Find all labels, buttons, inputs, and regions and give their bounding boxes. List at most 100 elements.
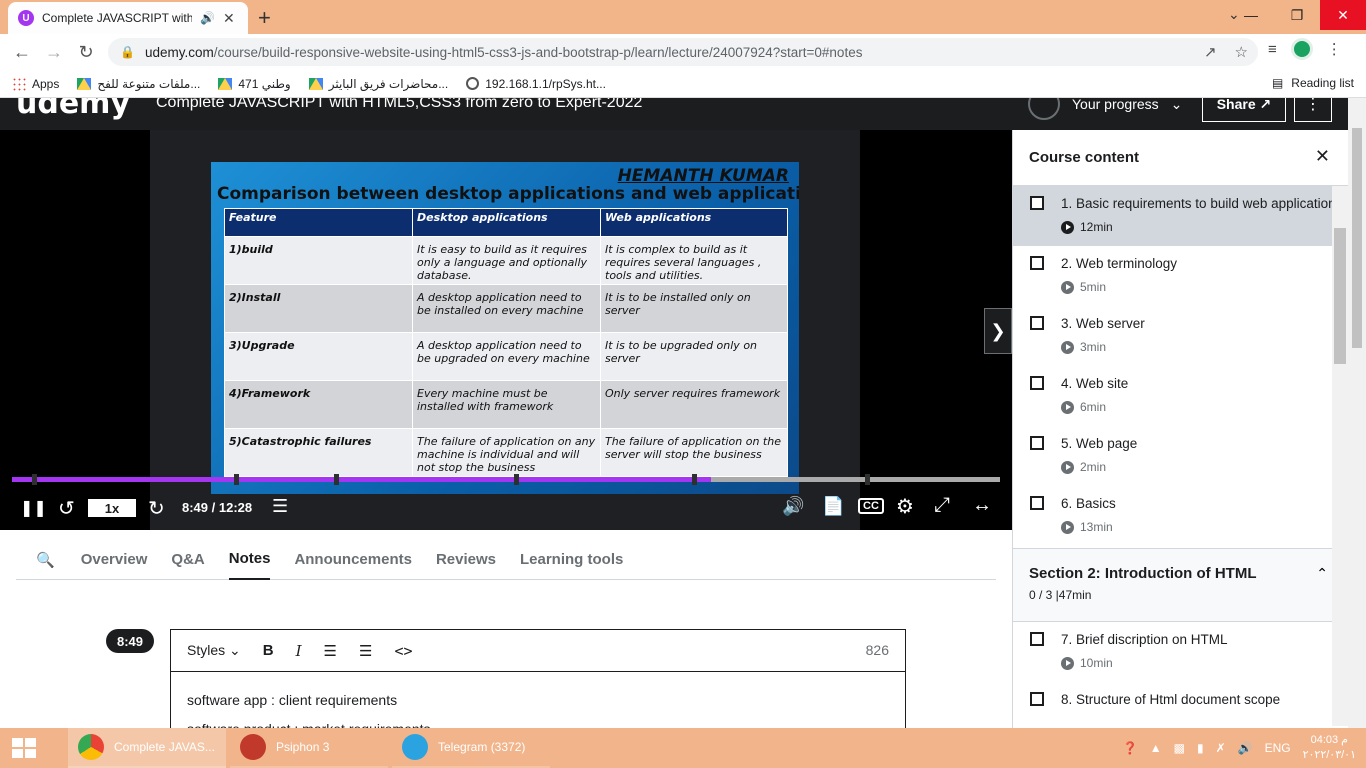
restore-button[interactable]: ❐: [1274, 0, 1320, 30]
lecture-item[interactable]: 4. Web site 6min: [1013, 366, 1348, 426]
course-content-sidebar: Course content ✕ 1. Basic requirements t…: [1012, 130, 1348, 728]
checkbox[interactable]: [1030, 632, 1044, 646]
udemy-logo[interactable]: udemy: [16, 98, 130, 121]
tab-announcements[interactable]: Announcements: [294, 540, 412, 580]
pause-icon[interactable]: ❚❚: [20, 498, 47, 518]
windows-start-icon[interactable]: [12, 738, 36, 758]
video-player[interactable]: HEMANTH KUMAR Comparison between desktop…: [0, 130, 1012, 530]
reading-list-button[interactable]: ▤ Reading list: [1272, 76, 1354, 90]
code-icon[interactable]: <>: [394, 642, 412, 660]
minimize-button[interactable]: —: [1228, 0, 1274, 30]
play-icon: [1061, 656, 1074, 670]
tab-qa[interactable]: Q&A: [171, 540, 204, 580]
tab-overview[interactable]: Overview: [81, 540, 148, 580]
lecture-item[interactable]: 1. Basic requirements to build web appli…: [1013, 186, 1348, 246]
network-icon[interactable]: ▩: [1174, 741, 1185, 755]
bookmark-router[interactable]: 192.168.1.1/rpSys.ht...: [466, 77, 606, 91]
rewind-icon[interactable]: ↺: [58, 496, 75, 521]
chapter-marker[interactable]: [234, 474, 240, 485]
checkbox[interactable]: [1030, 316, 1044, 330]
lecture-item[interactable]: 7. Brief discription on HTML 10min: [1013, 622, 1348, 682]
checkbox[interactable]: [1030, 436, 1044, 450]
tab-notes[interactable]: Notes: [228, 540, 271, 580]
chrome-menu-icon[interactable]: ⋮: [1327, 40, 1342, 58]
page-scrollbar[interactable]: [1348, 98, 1366, 728]
taskbar-telegram[interactable]: Telegram (3372): [392, 728, 550, 768]
checkbox[interactable]: [1030, 196, 1044, 210]
reload-icon[interactable]: ↻: [70, 42, 102, 63]
tab-close-icon[interactable]: ✕: [223, 10, 235, 27]
bookmark-star-icon[interactable]: ☆: [1235, 43, 1248, 61]
lecture-item[interactable]: 2. Web terminology 5min: [1013, 246, 1348, 306]
tab-reviews[interactable]: Reviews: [436, 540, 496, 580]
chapter-marker[interactable]: [31, 474, 37, 485]
add-note-icon[interactable]: ☰: [272, 496, 288, 517]
address-bar[interactable]: 🔒 udemy.com/course/build-responsive-webs…: [108, 38, 1258, 66]
forward-arrow-icon[interactable]: →: [38, 42, 70, 63]
italic-icon[interactable]: I: [296, 642, 302, 660]
section-header[interactable]: Section 2: Introduction of HTML 0 / 3 |4…: [1013, 548, 1348, 622]
playback-speed-button[interactable]: 1x: [88, 499, 136, 517]
lecture-item[interactable]: 8. Structure of Html document scope: [1013, 682, 1348, 728]
next-lecture-arrow-icon[interactable]: ❯: [984, 308, 1012, 354]
bookmark-drive-3[interactable]: محاضرات فريق البايثر...: [308, 77, 448, 91]
media-control-icon[interactable]: ≡: [1268, 41, 1277, 58]
browser-tab[interactable]: U Complete JAVASCRIPT with H 🔊 ✕: [8, 2, 248, 34]
settings-gear-icon[interactable]: ⚙: [896, 494, 914, 519]
note-timestamp-badge[interactable]: 8:49: [106, 629, 154, 653]
bookmark-apps[interactable]: Apps: [12, 76, 59, 91]
progress-dropdown[interactable]: Your progress ⌄: [1028, 98, 1182, 120]
mic-muted-icon[interactable]: ✗: [1216, 741, 1226, 755]
checkbox[interactable]: [1030, 496, 1044, 510]
checkbox[interactable]: [1030, 256, 1044, 270]
language-indicator[interactable]: ENG: [1265, 741, 1291, 755]
lock-icon[interactable]: 🔒: [120, 45, 135, 59]
chapter-marker[interactable]: [864, 474, 870, 485]
lecture-item[interactable]: 5. Web page 2min: [1013, 426, 1348, 486]
volume-icon[interactable]: 🔊: [1238, 741, 1253, 755]
expand-width-icon[interactable]: ↔: [972, 494, 992, 517]
fullscreen-icon[interactable]: ⤢: [934, 494, 950, 517]
chapter-marker[interactable]: [691, 474, 697, 485]
bookmark-drive-2[interactable]: 471 وطني: [218, 77, 291, 91]
share-button[interactable]: Share ↗: [1202, 98, 1286, 122]
captions-icon[interactable]: CC: [858, 498, 884, 514]
chapter-marker[interactable]: [513, 474, 519, 485]
ordered-list-icon[interactable]: ☰: [324, 642, 337, 660]
battery-icon[interactable]: ▮: [1197, 741, 1204, 755]
share-icon[interactable]: ↗: [1204, 43, 1217, 61]
bookmark-drive-1[interactable]: ملفات متنوعة للفح...: [77, 77, 200, 91]
close-icon[interactable]: ✕: [1315, 146, 1330, 167]
video-progress-bar[interactable]: [12, 474, 1000, 485]
sidebar-scrollbar[interactable]: [1332, 186, 1348, 726]
chapter-marker[interactable]: [334, 474, 340, 485]
tab-learning-tools[interactable]: Learning tools: [520, 540, 623, 580]
transcript-icon[interactable]: 📄: [822, 496, 844, 517]
bullet-list-icon[interactable]: ☰: [359, 642, 372, 660]
checkbox[interactable]: [1030, 692, 1044, 706]
profile-avatar[interactable]: [1290, 38, 1313, 60]
search-icon[interactable]: 🔍: [36, 551, 55, 569]
speaker-icon[interactable]: 🔊: [200, 11, 215, 25]
taskbar-chrome[interactable]: Complete JAVAS...: [68, 728, 226, 768]
checkbox[interactable]: [1030, 376, 1044, 390]
scrollbar-thumb[interactable]: [1352, 128, 1362, 348]
back-arrow-icon[interactable]: ←: [6, 42, 38, 63]
close-window-button[interactable]: ✕: [1320, 0, 1366, 30]
globe-icon: [466, 77, 480, 90]
lecture-item[interactable]: 3. Web server 3min: [1013, 306, 1348, 366]
help-icon[interactable]: ❓: [1123, 741, 1138, 755]
course-title[interactable]: Complete JAVASCRIPT with HTML5,CSS3 from…: [156, 98, 642, 112]
styles-dropdown[interactable]: Styles ⌄: [187, 642, 241, 659]
bold-icon[interactable]: B: [263, 642, 274, 659]
new-tab-button[interactable]: +: [258, 5, 271, 31]
scrollbar-thumb[interactable]: [1334, 228, 1346, 364]
volume-icon[interactable]: 🔊: [782, 496, 804, 517]
lecture-item[interactable]: 6. Basics 13min: [1013, 486, 1348, 546]
clock[interactable]: م 04:03 ٢٠٢٢/٠٣/٠١: [1303, 733, 1356, 763]
taskbar-psiphon[interactable]: Psiphon 3: [230, 728, 388, 768]
forward-icon[interactable]: ↻: [148, 496, 165, 521]
more-options-icon[interactable]: ⋮: [1294, 98, 1332, 122]
show-hidden-icons-icon[interactable]: ▲: [1150, 741, 1162, 755]
tab-title: Complete JAVASCRIPT with H: [42, 11, 192, 25]
